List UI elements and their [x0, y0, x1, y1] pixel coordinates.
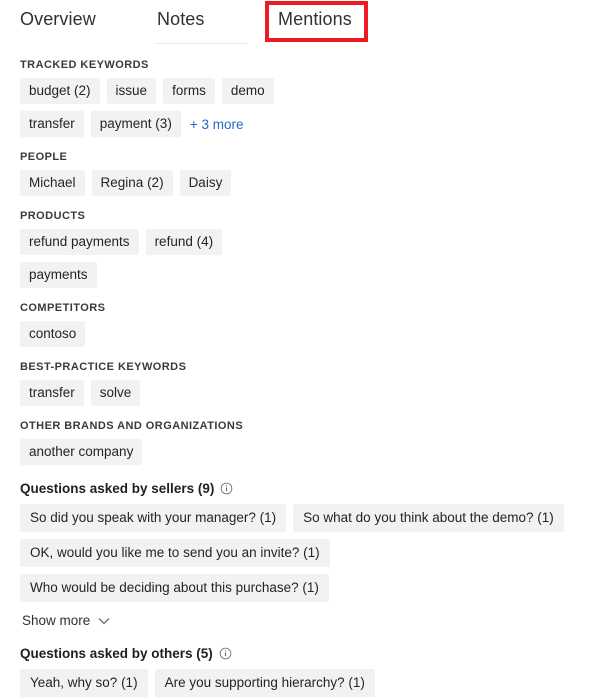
info-circle-icon[interactable]	[219, 647, 232, 660]
section-title: PRODUCTS	[20, 210, 86, 222]
question-chip[interactable]: So did you speak with your manager? (1)	[20, 504, 287, 532]
person-chip[interactable]: Regina (2)	[91, 170, 173, 196]
questions-others-header: Questions asked by others (5)	[20, 630, 580, 669]
competitor-chip[interactable]: contoso	[20, 321, 86, 347]
tab-overview[interactable]: Overview	[20, 6, 96, 32]
section-other-brands: OTHER BRANDS AND ORGANIZATIONS another c…	[0, 406, 600, 465]
keyword-chip[interactable]: payment (3)	[90, 111, 181, 137]
person-chip[interactable]: Michael	[20, 170, 85, 196]
show-more-label: Show more	[22, 613, 91, 628]
section-competitors: COMPETITORS contoso	[0, 288, 600, 347]
person-chip[interactable]: Daisy	[179, 170, 232, 196]
show-more-keywords-link[interactable]: + 3 more	[188, 116, 244, 133]
product-chip[interactable]: refund (4)	[145, 229, 223, 255]
section-title: BEST-PRACTICE KEYWORDS	[20, 361, 187, 373]
question-chip[interactable]: Yeah, why so? (1)	[20, 669, 148, 697]
keyword-chip[interactable]: budget (2)	[20, 78, 100, 104]
mentions-panel: TRACKED KEYWORDS budget (2) issue forms …	[0, 45, 600, 697]
chip-row: Michael Regina (2) Daisy	[20, 170, 282, 196]
section-people: PEOPLE Michael Regina (2) Daisy	[0, 137, 600, 196]
chip-row: budget (2) issue forms demo transfer pay…	[20, 78, 282, 137]
keyword-chip[interactable]: demo	[221, 78, 274, 104]
tab-mentions[interactable]: Mentions	[278, 6, 352, 32]
questions-others-title: Questions asked by others (5)	[20, 646, 213, 661]
question-chip[interactable]: So what do you think about the demo? (1)	[293, 504, 564, 532]
section-products: PRODUCTS refund payments refund (4) paym…	[0, 196, 600, 288]
tab-strip: Overview Notes Mentions	[0, 0, 600, 45]
tab-notes[interactable]: Notes	[157, 6, 205, 32]
section-best-practice-keywords: BEST-PRACTICE KEYWORDS transfer solve	[0, 347, 600, 406]
chevron-down-icon	[98, 617, 110, 625]
brand-chip[interactable]: another company	[20, 439, 143, 465]
product-chip[interactable]: refund payments	[20, 229, 139, 255]
section-title: TRACKED KEYWORDS	[20, 59, 149, 71]
section-title: COMPETITORS	[20, 302, 106, 314]
section-tracked-keywords: TRACKED KEYWORDS budget (2) issue forms …	[0, 45, 600, 137]
keyword-chip[interactable]: issue	[106, 78, 157, 104]
chip-row: transfer solve	[20, 380, 282, 406]
chip-row: contoso	[20, 321, 282, 347]
questions-sellers-header: Questions asked by sellers (9)	[20, 465, 580, 504]
section-title: PEOPLE	[20, 151, 68, 163]
questions-sellers-chip-row: So did you speak with your manager? (1) …	[20, 504, 580, 602]
product-chip[interactable]: payments	[20, 262, 97, 288]
keyword-chip[interactable]: transfer	[20, 111, 84, 137]
keyword-chip[interactable]: forms	[163, 78, 215, 104]
show-more-questions-button[interactable]: Show more	[20, 609, 110, 630]
section-questions-asked-by-others: Questions asked by others (5) Yeah, why …	[0, 630, 600, 697]
section-questions-asked-by-sellers: Questions asked by sellers (9) So did yo…	[0, 465, 600, 630]
best-practice-chip[interactable]: solve	[90, 380, 141, 406]
question-chip[interactable]: Who would be deciding about this purchas…	[20, 574, 329, 602]
questions-sellers-title: Questions asked by sellers (9)	[20, 481, 215, 496]
questions-others-chip-row: Yeah, why so? (1) Are you supporting hie…	[20, 669, 580, 697]
info-circle-icon[interactable]	[220, 482, 233, 495]
question-chip[interactable]: OK, would you like me to send you an inv…	[20, 539, 330, 567]
question-chip[interactable]: Are you supporting hierarchy? (1)	[154, 669, 375, 697]
section-title: OTHER BRANDS AND ORGANIZATIONS	[20, 420, 244, 432]
tab-divider-line	[155, 43, 247, 44]
chip-row: another company	[20, 439, 282, 465]
best-practice-chip[interactable]: transfer	[20, 380, 84, 406]
chip-row: refund payments refund (4) payments	[20, 229, 282, 288]
